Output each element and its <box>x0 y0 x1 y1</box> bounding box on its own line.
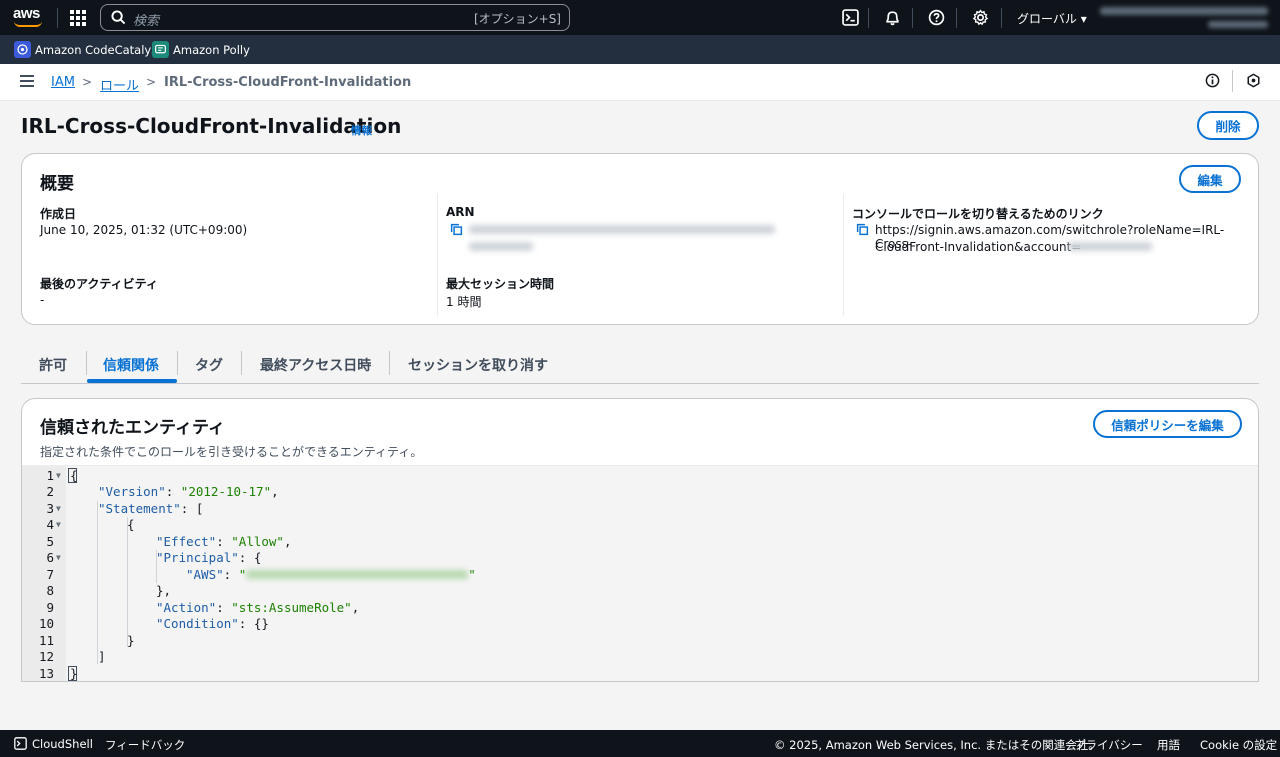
last-activity-value: - <box>40 293 45 307</box>
region-selector[interactable]: グローバル ▾ <box>1017 10 1087 27</box>
line-number: 12 <box>38 649 54 664</box>
line-number: 1 <box>46 468 54 483</box>
switch-role-link-line2[interactable]: CloudFront-Invalidation&account= <box>875 240 1081 254</box>
code-line-1: { <box>70 468 78 483</box>
code-line-9: "Action": "sts:AssumeRole", <box>156 600 360 615</box>
help-icon[interactable] <box>928 9 945 26</box>
info-link[interactable]: 情報 <box>351 123 372 138</box>
code-line-3: "Statement": [ <box>98 501 204 516</box>
max-session-value: 1 時間 <box>446 295 482 309</box>
summary-card: 概要 編集 作成日 June 10, 2025, 01:32 (UTC+09:0… <box>21 153 1259 325</box>
code-line-12: ] <box>98 649 106 664</box>
created-value: June 10, 2025, 01:32 (UTC+09:00) <box>40 223 248 237</box>
trusted-entities-title: 信頼されたエンティティ <box>40 418 225 438</box>
active-tab-indicator <box>87 379 177 383</box>
terms-link[interactable]: 用語 <box>1157 737 1180 753</box>
code-line-5: "Effect": "Allow", <box>156 534 292 549</box>
copy-icon[interactable] <box>856 223 869 236</box>
cloudshell-icon[interactable] <box>14 737 27 750</box>
last-activity-label: 最後のアクティビティ <box>40 277 158 291</box>
chevron-right-icon: > <box>146 75 157 89</box>
code-line-11: } <box>127 633 135 648</box>
tab-bar: 許可 信頼関係 タグ 最終アクセス日時 セッションを取り消す <box>21 345 1259 384</box>
account-menu[interactable] <box>1100 4 1270 32</box>
breadcrumb-iam[interactable]: IAM <box>51 75 75 90</box>
bell-icon[interactable] <box>884 9 901 26</box>
summary-title: 概要 <box>40 174 74 194</box>
aws-logo-text: aws <box>13 5 40 22</box>
line-number: 4 <box>46 517 54 532</box>
switch-role-link-label: コンソールでロールを切り替えるためのリンク <box>852 207 1104 221</box>
services-grid-icon[interactable] <box>70 10 86 26</box>
fold-icon[interactable]: ▼ <box>56 504 61 513</box>
code-line-8: }, <box>156 583 172 598</box>
line-number: 6 <box>46 550 54 565</box>
top-navigation: aws 検索 [オプション+S] グローバル ▾ <box>0 0 1280 35</box>
chevron-right-icon: > <box>82 75 93 89</box>
code-line-4: { <box>127 517 135 532</box>
tab-trust-relationships[interactable]: 信頼関係 <box>103 355 159 375</box>
arn-label: ARN <box>446 205 475 219</box>
tab-tags[interactable]: タグ <box>195 355 223 375</box>
line-number: 11 <box>38 633 54 648</box>
copy-icon[interactable] <box>450 223 463 236</box>
codecatalyst-icon <box>14 41 31 58</box>
fold-icon[interactable]: ▼ <box>56 553 61 562</box>
tab-revoke-sessions[interactable]: セッションを取り消す <box>408 355 548 375</box>
code-line-10: "Condition": {} <box>156 616 269 631</box>
breadcrumb-roles[interactable]: ロール <box>100 75 139 94</box>
line-number: 10 <box>38 616 54 631</box>
cloudshell-button[interactable]: CloudShell <box>32 737 93 751</box>
cookie-settings-link[interactable]: Cookie の設定 <box>1200 737 1277 753</box>
fold-icon[interactable]: ▼ <box>56 471 61 480</box>
cloudshell-icon[interactable] <box>842 9 859 26</box>
breadcrumb-current: IRL-Cross-CloudFront-Invalidation <box>164 75 412 90</box>
favorite-codecatalyst[interactable]: Amazon CodeCatalyst <box>14 41 162 58</box>
favorites-bar: Amazon CodeCatalyst Amazon Polly <box>0 35 1280 64</box>
code-line-6: "Principal": { <box>156 550 262 565</box>
max-session-label: 最大セッション時間 <box>446 277 555 291</box>
trust-policy-editor[interactable]: 1 ▼ 2 3 ▼ 4 ▼ 5 6 ▼ 7 8 9 10 11 12 13 { … <box>22 465 1258 681</box>
search-input[interactable]: 検索 [オプション+S] <box>100 4 570 31</box>
tab-last-accessed[interactable]: 最終アクセス日時 <box>260 355 371 375</box>
created-label: 作成日 <box>40 207 77 221</box>
code-line-7: "AWS": " " <box>186 567 476 582</box>
line-number: 7 <box>46 567 54 582</box>
search-icon <box>111 10 126 25</box>
hexagon-settings-icon[interactable] <box>1246 73 1261 88</box>
delete-button[interactable]: 削除 <box>1197 111 1259 140</box>
breadcrumb-bar: IAM > ロール > IRL-Cross-CloudFront-Invalid… <box>0 64 1280 101</box>
edit-button[interactable]: 編集 <box>1179 165 1241 193</box>
line-number: 8 <box>46 583 54 598</box>
line-number: 13 <box>38 666 54 681</box>
favorite-label: Amazon Polly <box>173 42 250 57</box>
fold-icon[interactable]: ▼ <box>56 520 61 529</box>
favorite-label: Amazon CodeCatalyst <box>35 42 162 57</box>
code-line-13: } <box>70 666 78 681</box>
search-placeholder: 検索 <box>133 14 160 29</box>
copyright-text: © 2025, Amazon Web Services, Inc. またはその関… <box>774 738 1100 752</box>
line-number: 9 <box>46 600 54 615</box>
feedback-link[interactable]: フィードバック <box>105 737 185 753</box>
search-shortcut: [オプション+S] <box>473 12 561 26</box>
line-number: 2 <box>46 484 54 499</box>
line-number: 5 <box>46 534 54 549</box>
line-number: 3 <box>46 501 54 516</box>
polly-icon <box>152 41 169 58</box>
trusted-entities-subtitle: 指定された条件でこのロールを引き受けることができるエンティティ。 <box>40 445 423 459</box>
code-line-2: "Version": "2012-10-17", <box>98 484 279 499</box>
tab-permissions[interactable]: 許可 <box>39 355 67 375</box>
edit-trust-policy-button[interactable]: 信頼ポリシーを編集 <box>1093 410 1242 438</box>
page-title: IRL-Cross-CloudFront-Invalidation <box>21 114 402 138</box>
menu-icon[interactable] <box>20 75 34 87</box>
gear-icon[interactable] <box>972 9 989 26</box>
footer: CloudShell フィードバック © 2025, Amazon Web Se… <box>0 730 1280 757</box>
account-id-redacted <box>1068 242 1152 251</box>
aws-logo[interactable]: aws <box>13 5 45 29</box>
info-circle-icon[interactable] <box>1205 73 1220 88</box>
favorite-polly[interactable]: Amazon Polly <box>152 41 250 58</box>
principal-arn-redacted <box>246 570 469 579</box>
privacy-link[interactable]: プライバシー <box>1074 737 1143 753</box>
